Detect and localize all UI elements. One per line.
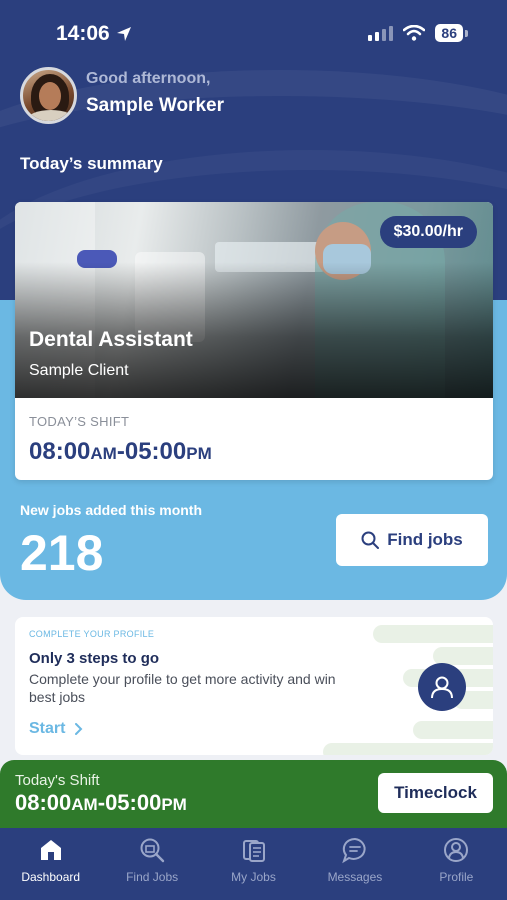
status-bar: 14:06 86	[0, 22, 507, 50]
shift-banner-label: Today's Shift	[15, 772, 100, 789]
today-job-card[interactable]: $30.00/hr Dental Assistant Sample Client…	[15, 202, 493, 480]
shift-label: TODAY’S SHIFT	[29, 414, 130, 429]
new-jobs-label: New jobs added this month	[20, 502, 203, 518]
nav-profile[interactable]: Profile	[406, 828, 507, 900]
user-name: Sample Worker	[86, 95, 224, 116]
location-arrow-icon	[116, 27, 131, 41]
user-icon	[431, 676, 453, 699]
messages-icon	[342, 837, 366, 864]
nav-my-jobs[interactable]: My Jobs	[203, 828, 304, 900]
profile-description: Complete your profile to get more activi…	[29, 671, 336, 705]
find-jobs-icon	[140, 838, 165, 863]
job-client: Sample Client	[29, 362, 129, 379]
job-title: Dental Assistant	[29, 328, 193, 351]
profile-user-button[interactable]	[418, 663, 466, 711]
new-jobs-count: 218	[20, 525, 104, 581]
start-link[interactable]: Start	[29, 720, 83, 738]
timeclock-button[interactable]: Timeclock	[378, 773, 493, 813]
hourly-rate-badge: $30.00/hr	[379, 216, 477, 248]
shift-time: 08:00AM-05:00PM	[29, 438, 212, 465]
profile-title: Only 3 steps to go	[29, 650, 160, 667]
search-icon	[361, 531, 380, 549]
battery-indicator: 86	[435, 24, 468, 42]
chevron-right-icon	[75, 723, 83, 735]
nav-find-jobs[interactable]: Find Jobs	[101, 828, 202, 900]
profile-icon	[444, 838, 469, 862]
my-jobs-icon	[242, 840, 265, 862]
status-time: 14:06	[56, 22, 132, 46]
nav-dashboard[interactable]: Dashboard	[0, 828, 101, 900]
profile-tag: COMPLETE YOUR PROFILE	[29, 629, 155, 639]
cellular-signal-icon	[368, 25, 394, 41]
complete-profile-card[interactable]: COMPLETE YOUR PROFILE Only 3 steps to go…	[15, 617, 493, 755]
greeting-text: Good afternoon,	[86, 70, 211, 87]
nav-messages[interactable]: Messages	[304, 828, 405, 900]
summary-title: Today’s summary	[20, 154, 163, 173]
home-icon	[40, 840, 61, 860]
today-shift-banner: Today's Shift 08:00AM-05:00PM Timeclock	[0, 760, 507, 828]
shift-banner-time: 08:00AM-05:00PM	[15, 790, 187, 815]
wifi-icon	[403, 25, 426, 41]
job-image: $30.00/hr Dental Assistant Sample Client	[15, 202, 493, 398]
find-jobs-button[interactable]: Find jobs	[336, 514, 488, 566]
bottom-navigation: Dashboard Find Jobs My Jobs Messages Pro…	[0, 828, 507, 900]
user-avatar[interactable]	[20, 67, 77, 124]
